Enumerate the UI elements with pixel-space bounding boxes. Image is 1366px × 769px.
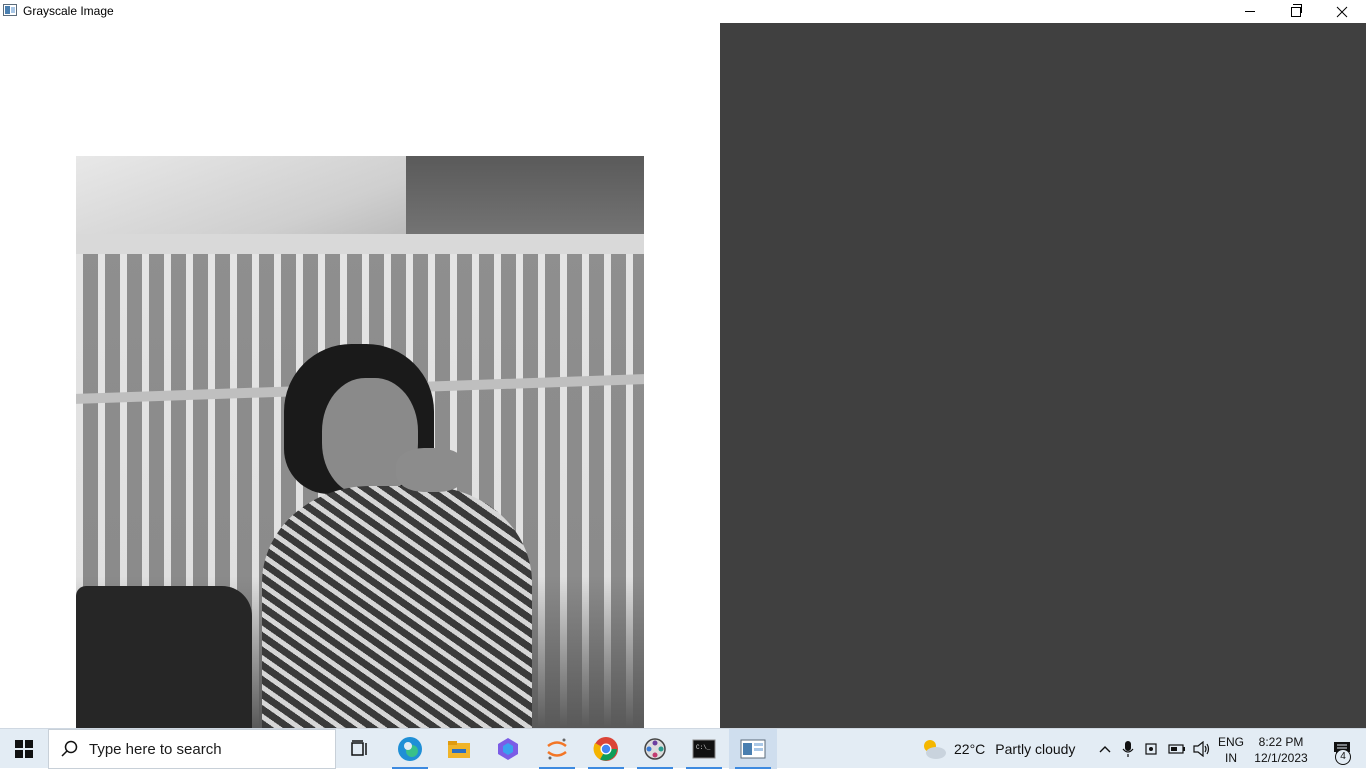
edge-button[interactable] <box>386 729 434 769</box>
taskbar: Type here to search C:\_ 22°C Partly clo… <box>0 728 1366 769</box>
close-icon <box>1336 6 1348 17</box>
image-viewer-button[interactable] <box>729 729 777 769</box>
windows-icon <box>15 740 33 758</box>
search-icon <box>61 740 78 757</box>
weather-condition: Partly cloudy <box>995 741 1076 757</box>
media-app-button[interactable] <box>631 729 679 769</box>
search-placeholder: Type here to search <box>89 740 222 758</box>
window-title: Grayscale Image <box>23 4 114 18</box>
close-button[interactable] <box>1319 0 1365 23</box>
app-icon <box>3 4 17 16</box>
terminal-icon: C:\_ <box>692 739 716 759</box>
microphone-button[interactable] <box>1117 729 1139 769</box>
task-view-icon <box>351 740 367 756</box>
search-input[interactable]: Type here to search <box>48 729 336 769</box>
cushion <box>76 586 252 728</box>
restore-button[interactable] <box>1273 0 1319 23</box>
jupyter-button[interactable] <box>533 729 581 769</box>
camera-button[interactable] <box>1141 729 1163 769</box>
show-hidden-icons-button[interactable] <box>1094 729 1116 769</box>
language-indicator[interactable]: ENG IN <box>1217 734 1245 766</box>
folder-icon <box>448 741 470 758</box>
minimize-icon <box>1245 11 1255 12</box>
partly-cloudy-icon <box>924 740 946 759</box>
image-window-icon <box>740 739 766 759</box>
clock-time: 8:22 PM <box>1258 735 1304 749</box>
copilot-icon <box>498 738 518 760</box>
terminal-button[interactable]: C:\_ <box>680 729 728 769</box>
weather-temperature: 22°C <box>954 741 986 757</box>
task-view-button[interactable] <box>336 729 384 769</box>
battery-icon <box>1168 744 1185 754</box>
battery-button[interactable] <box>1165 729 1189 769</box>
grayscale-photo <box>76 156 644 728</box>
chrome-icon <box>593 737 618 761</box>
title-bar: Grayscale Image <box>0 0 1366 23</box>
chrome-button[interactable] <box>582 729 630 769</box>
clock-date: 12/1/2023 <box>1254 751 1308 765</box>
film-reel-icon <box>644 738 666 760</box>
weather-widget[interactable]: 22°C Partly cloudy <box>920 729 1075 769</box>
chevron-up-icon <box>1099 746 1111 753</box>
minimize-button[interactable] <box>1227 0 1273 23</box>
dark-panel <box>720 23 1366 728</box>
edge-icon <box>398 737 422 761</box>
speaker-icon <box>1193 741 1210 757</box>
svg-text:C:\_: C:\_ <box>696 744 711 751</box>
notification-count-badge: 4 <box>1335 749 1351 765</box>
copilot-button[interactable] <box>484 729 532 769</box>
system-clock[interactable]: 8:22 PM 12/1/2023 <box>1252 734 1310 766</box>
file-explorer-button[interactable] <box>435 729 483 769</box>
volume-button[interactable] <box>1190 729 1214 769</box>
jupyter-icon <box>547 738 567 760</box>
start-button[interactable] <box>0 729 48 769</box>
camera-privacy-icon <box>1145 743 1157 755</box>
restore-icon <box>1291 3 1302 17</box>
microphone-icon <box>1122 741 1134 757</box>
